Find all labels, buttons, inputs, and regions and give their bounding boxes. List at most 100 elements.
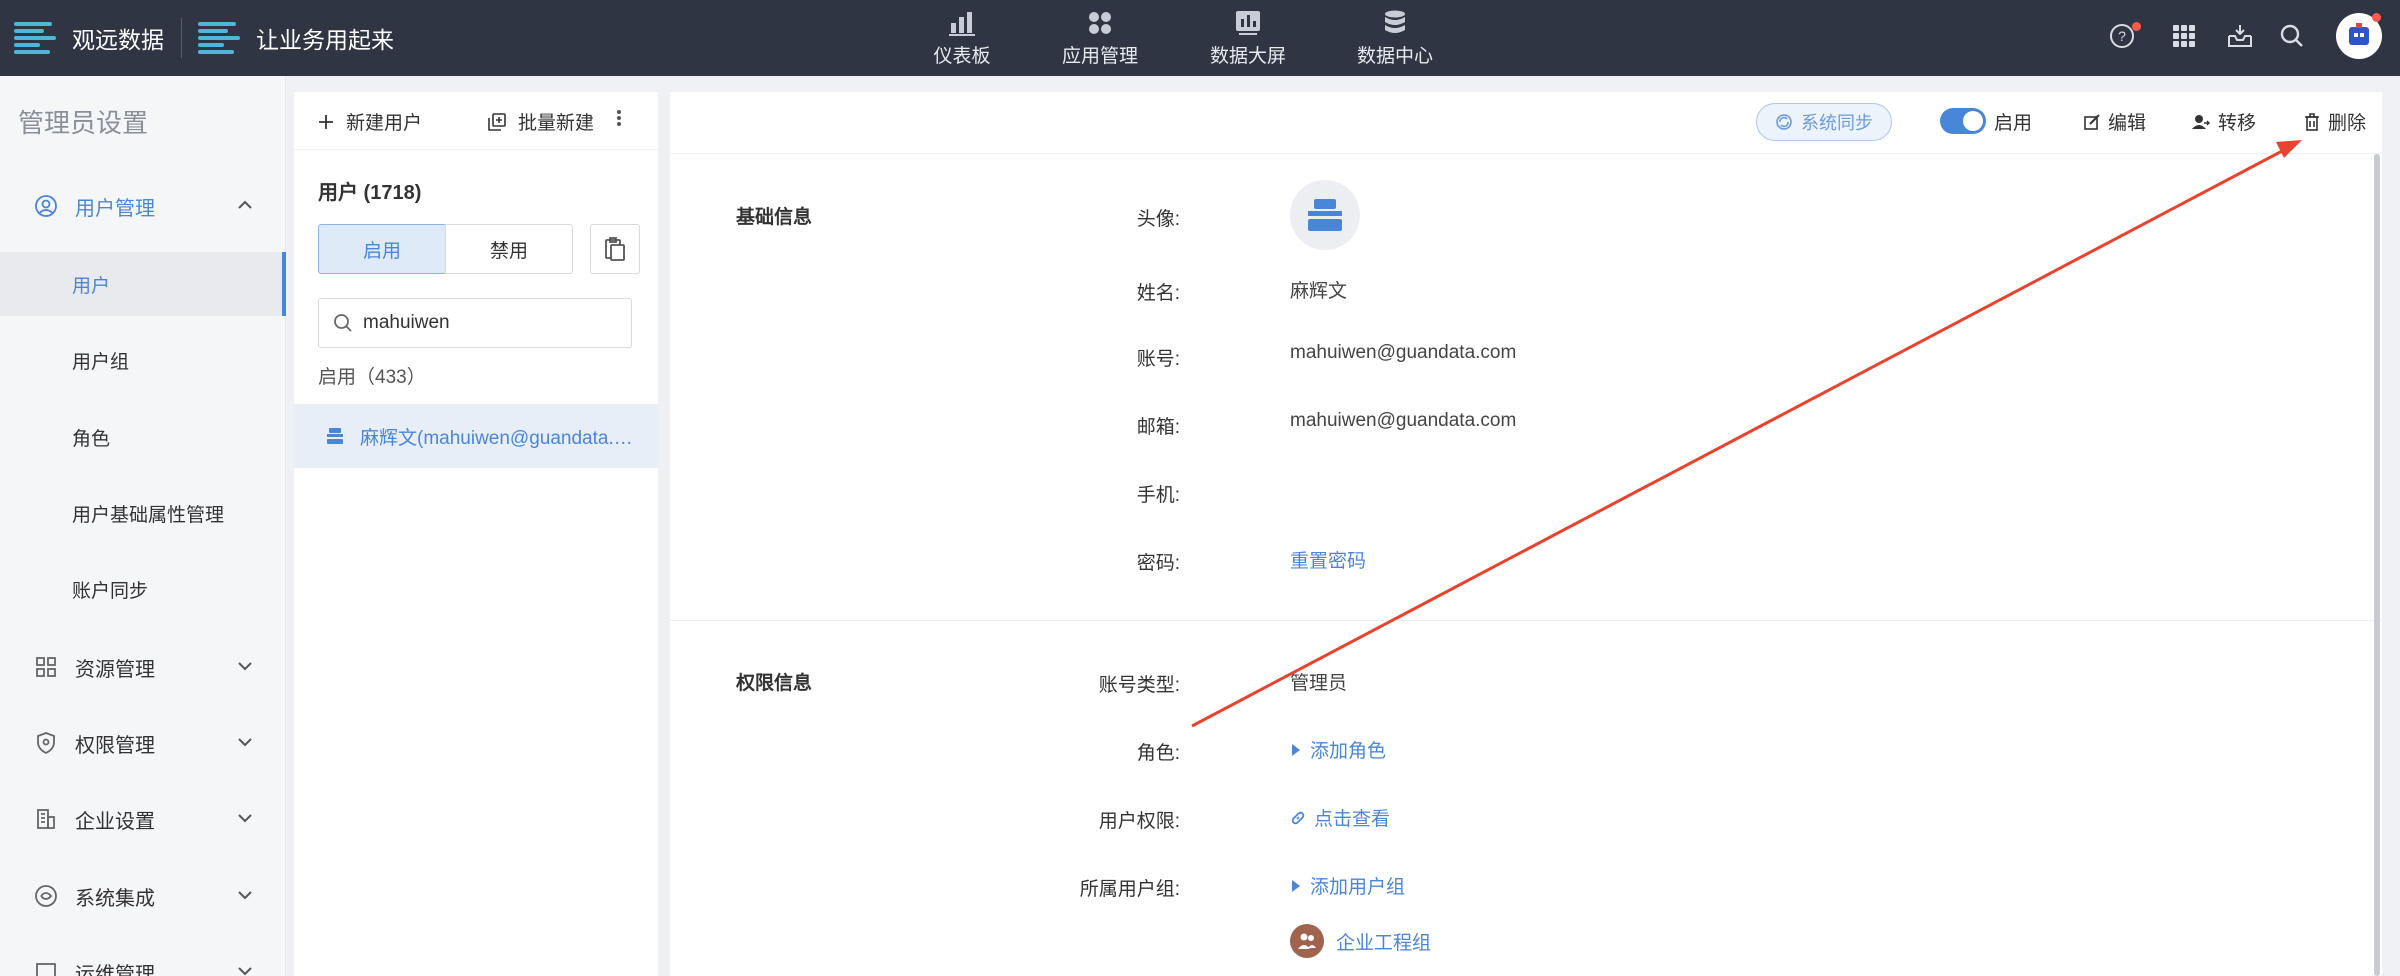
- search-icon[interactable]: [2276, 20, 2308, 52]
- view-permission-label: 点击查看: [1314, 809, 1391, 830]
- account-type-value: 管理员: [1290, 673, 1348, 694]
- user-circle-icon: [35, 195, 57, 217]
- reset-password-link[interactable]: 重置密码: [1290, 546, 1366, 573]
- user-list-item-label: 麻辉文(mahuiwen@guandata.com): [360, 427, 640, 449]
- chevron-down-icon: [238, 967, 252, 976]
- menu-user-management-label: 用户管理: [75, 197, 155, 220]
- menu-enterprise-settings[interactable]: 企业设置: [0, 781, 286, 857]
- account-value: mahuiwen@guandata.com: [1290, 342, 1517, 363]
- transfer-button[interactable]: 转移: [2192, 108, 2256, 135]
- tab-disabled[interactable]: 禁用: [445, 224, 573, 274]
- view-permission-link[interactable]: 点击查看: [1290, 804, 1390, 831]
- brand-guandata[interactable]: 观远数据: [14, 0, 164, 76]
- caret-right-icon: [1292, 743, 1300, 756]
- bar-chart-icon: [949, 11, 975, 36]
- account-label: 账号:: [1136, 349, 1180, 370]
- menu-permission-management[interactable]: 权限管理: [0, 705, 286, 781]
- user-list-panel: 新建用户 批量新建 用户 (1718) 启用 禁用 启用（433） 麻辉文(ma…: [294, 92, 658, 976]
- batch-copy-icon: [488, 112, 506, 131]
- caret-right-icon: [1292, 879, 1300, 892]
- user-group-label: 所属用户组:: [1079, 879, 1180, 900]
- chevron-up-icon: [238, 200, 252, 209]
- add-user-group-link[interactable]: 添加用户组: [1290, 872, 1405, 899]
- brand-slogan-text: 让业务用起来: [256, 27, 394, 53]
- sidebar-item-user-groups[interactable]: 用户组: [0, 328, 286, 392]
- nav-dashboard-label: 仪表板: [933, 45, 991, 67]
- monitor-icon: [36, 963, 56, 976]
- top-bar: 观远数据 让业务用起来 仪表板 应用管理 数据大屏 数据中心 ?: [0, 0, 2400, 76]
- edit-button[interactable]: 编辑: [2084, 108, 2146, 135]
- admin-sidebar: 管理员设置 用户管理 用户 用户组 角色 用户基础属性管理 账户同步 资源管理 …: [0, 76, 286, 976]
- password-label: 密码:: [1136, 553, 1180, 574]
- guandata-logo-icon: [14, 18, 58, 58]
- nav-data-center-label: 数据中心: [1356, 45, 1433, 67]
- batch-new-button[interactable]: 批量新建: [488, 108, 594, 135]
- account-type-label: 账号类型:: [1098, 675, 1180, 696]
- clipboard-copy-icon: [605, 237, 625, 261]
- edit-label: 编辑: [2108, 113, 2147, 134]
- menu-system-integration[interactable]: 系统集成: [0, 858, 286, 934]
- app-grid-icon[interactable]: [2168, 20, 2200, 52]
- add-user-group-label: 添加用户组: [1310, 877, 1406, 898]
- menu-ops-management[interactable]: 运维管理: [0, 934, 286, 976]
- trash-icon: [2305, 112, 2319, 131]
- chevron-down-icon: [238, 891, 252, 900]
- app-logo-icon: [198, 18, 242, 58]
- delete-button[interactable]: 删除: [2304, 108, 2366, 135]
- menu-resource-management[interactable]: 资源管理: [0, 629, 286, 705]
- nav-data-screen-label: 数据大屏: [1209, 45, 1286, 67]
- nav-data-center[interactable]: 数据中心: [1335, 0, 1455, 76]
- menu-ops-management-label: 运维管理: [75, 963, 155, 976]
- sidebar-item-account-sync[interactable]: 账户同步: [0, 557, 286, 621]
- sidebar-item-roles[interactable]: 角色: [0, 405, 286, 469]
- user-list-item[interactable]: 麻辉文(mahuiwen@guandata.com): [294, 404, 658, 468]
- nav-data-screen[interactable]: 数据大屏: [1188, 0, 1308, 76]
- help-icon[interactable]: ?: [2106, 20, 2141, 52]
- user-list-toolbar: 新建用户 批量新建: [294, 92, 658, 150]
- delete-label: 删除: [2328, 113, 2367, 134]
- nav-dashboard[interactable]: 仪表板: [902, 0, 1022, 76]
- sidebar-item-users[interactable]: 用户: [0, 252, 286, 316]
- sidebar-item-user-attributes[interactable]: 用户基础属性管理: [0, 481, 286, 545]
- nav-app-management[interactable]: 应用管理: [1040, 0, 1160, 76]
- batch-new-label: 批量新建: [518, 113, 595, 134]
- user-permission-label: 用户权限:: [1098, 811, 1180, 832]
- copy-users-button[interactable]: [590, 224, 640, 274]
- system-sync-button[interactable]: 系统同步: [1756, 103, 1892, 141]
- phone-label: 手机:: [1136, 485, 1180, 506]
- enabled-count-label: 启用（433）: [318, 367, 426, 388]
- transfer-user-icon: [2192, 114, 2210, 129]
- user-avatar[interactable]: [2336, 13, 2382, 59]
- user-search-box[interactable]: [318, 298, 632, 348]
- shield-icon: [37, 732, 55, 755]
- menu-user-management[interactable]: 用户管理: [0, 168, 286, 244]
- database-icon: [1385, 10, 1405, 33]
- transfer-label: 转移: [2218, 113, 2257, 134]
- nav-app-management-label: 应用管理: [1061, 45, 1138, 67]
- brand-slogan[interactable]: 让业务用起来: [198, 0, 394, 76]
- user-search-input[interactable]: [363, 312, 613, 334]
- brand-divider: [181, 18, 182, 58]
- sync-icon: [1776, 114, 1792, 130]
- grid-squares-icon: [36, 657, 56, 677]
- email-value: mahuiwen@guandata.com: [1290, 410, 1517, 431]
- new-user-button[interactable]: 新建用户: [318, 108, 422, 135]
- more-options-button[interactable]: [616, 106, 634, 130]
- enable-label: 启用: [1994, 113, 2033, 134]
- detail-scrollbar[interactable]: [2374, 154, 2380, 976]
- tab-enabled[interactable]: 启用: [318, 224, 446, 274]
- enable-toggle[interactable]: [1940, 108, 1986, 134]
- notification-dot: [2132, 22, 2141, 31]
- link-icon: [1291, 811, 1305, 824]
- user-group-chip[interactable]: 企业工程组: [1290, 924, 1431, 958]
- name-value: 麻辉文: [1290, 281, 1348, 302]
- name-label: 姓名:: [1136, 283, 1180, 304]
- user-profile-avatar[interactable]: [1290, 180, 1360, 250]
- chevron-down-icon: [238, 662, 252, 671]
- email-label: 邮箱:: [1136, 417, 1180, 438]
- more-vertical-icon: [617, 110, 621, 126]
- edit-pencil-icon: [2084, 113, 2100, 130]
- user-count-title: 用户 (1718): [318, 182, 422, 204]
- inbox-download-icon[interactable]: [2224, 20, 2256, 52]
- add-role-link[interactable]: 添加角色: [1290, 736, 1386, 763]
